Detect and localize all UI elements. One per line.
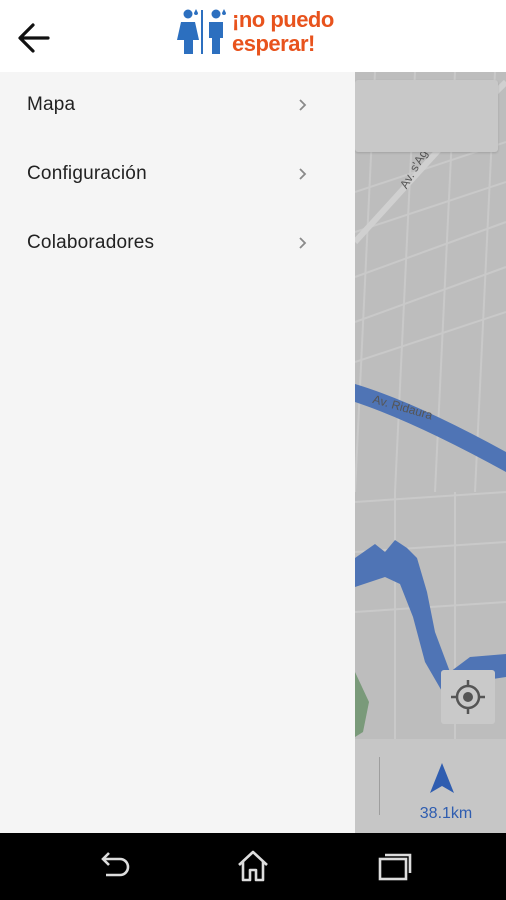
drawer-item-label: Configuración — [27, 163, 147, 184]
logo-line-1: ¡no puedo — [232, 7, 334, 32]
home-icon — [238, 850, 268, 882]
bottom-bar-divider — [379, 757, 380, 815]
drawer-item-configuracion[interactable]: Configuración — [0, 141, 355, 210]
drawer-item-label: Colaboradores — [27, 232, 155, 253]
my-location-button[interactable] — [441, 670, 495, 724]
app-logo: ¡no puedo esperar! — [176, 6, 346, 66]
system-back-button[interactable] — [94, 847, 134, 885]
logo-line-2: esperar! — [232, 31, 315, 56]
map-view[interactable]: Av. s'Agaró Av. Ridaura 38.1km — [355, 72, 506, 833]
chevron-right-icon — [299, 237, 307, 249]
drawer-item-label: Mapa — [27, 94, 76, 115]
back-arrow-button[interactable] — [12, 16, 58, 60]
crosshair-location-icon — [451, 680, 485, 714]
system-recents-button[interactable] — [375, 847, 415, 885]
logo-wordmark: ¡no puedo esperar! — [232, 8, 334, 56]
map-search-card[interactable] — [355, 80, 498, 152]
recents-icon — [378, 853, 412, 881]
restroom-figures-icon — [177, 9, 226, 54]
back-arrow-icon — [18, 23, 50, 53]
drawer-item-colaboradores[interactable]: Colaboradores — [0, 210, 355, 279]
drawer-item-mapa[interactable]: Mapa — [0, 72, 355, 141]
back-icon — [101, 852, 130, 877]
map-bottom-bar: 38.1km — [355, 739, 506, 833]
system-home-button[interactable] — [233, 847, 273, 885]
chevron-right-icon — [299, 168, 307, 180]
navigation-drawer: Mapa Configuración Colaboradores — [0, 72, 355, 833]
distance-label: 38.1km — [419, 805, 473, 822]
system-navigation-bar — [0, 833, 506, 900]
app-bar: ¡no puedo esperar! — [0, 0, 506, 72]
chevron-right-icon — [299, 99, 307, 111]
